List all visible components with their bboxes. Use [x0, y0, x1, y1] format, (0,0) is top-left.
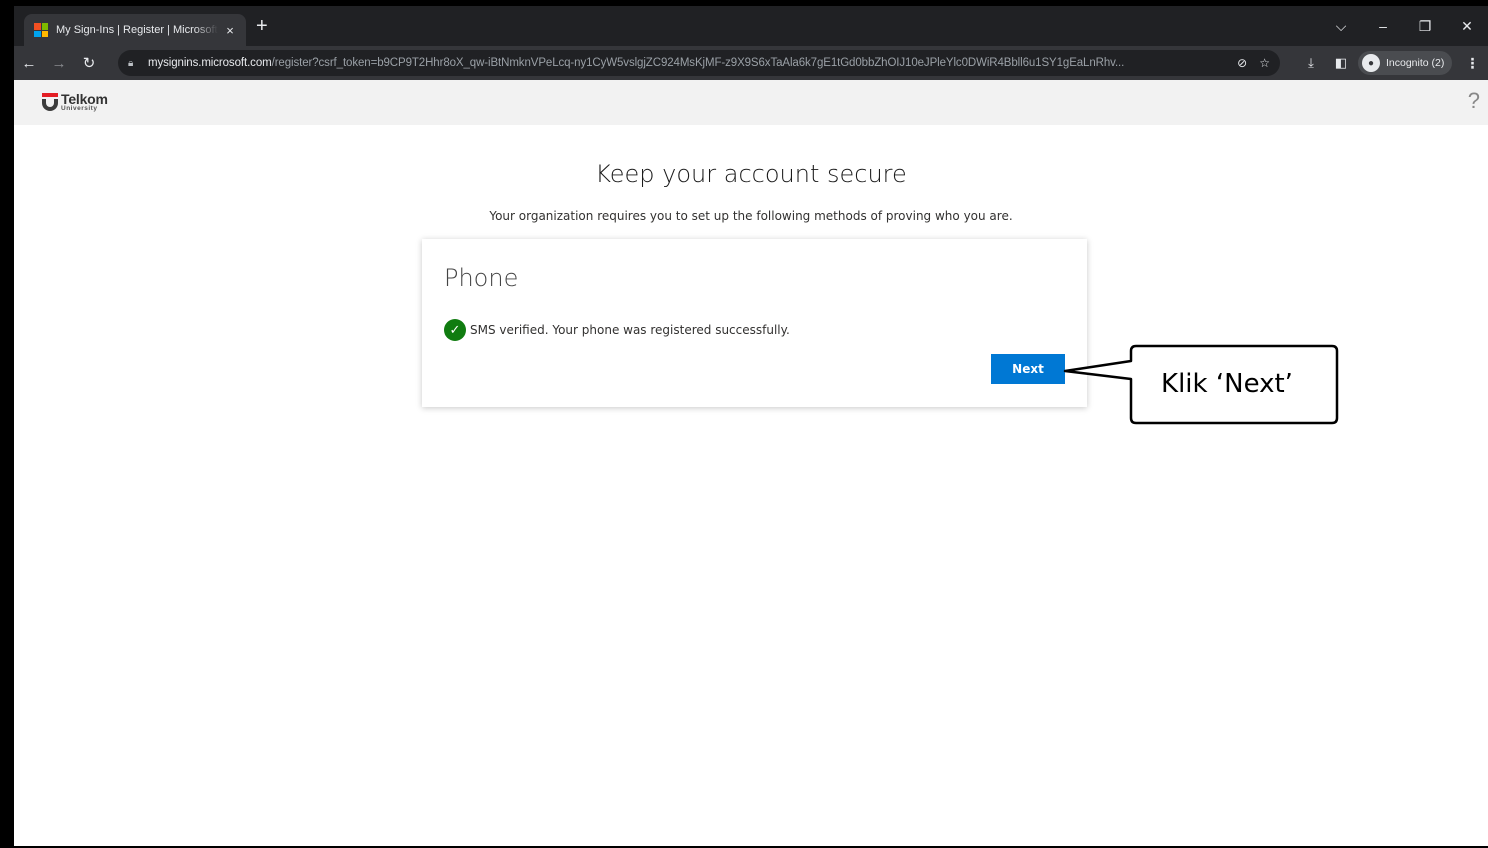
bookmark-star-icon[interactable]: ☆: [1259, 56, 1270, 70]
window-close-icon[interactable]: ✕: [1446, 18, 1488, 35]
tab-search-icon[interactable]: ⌵: [1320, 18, 1362, 35]
telkom-logo-icon: [42, 93, 58, 112]
tab-title: My Sign-Ins | Register | Microsoft: [56, 24, 218, 36]
browser-tab-strip: My Sign-Ins | Register | Microsoft × + ⌵…: [14, 6, 1488, 46]
method-card: Phone ✓ SMS verified. Your phone was reg…: [422, 239, 1087, 407]
telkom-university-logo: Telkom University: [42, 92, 108, 113]
incognito-label: Incognito (2): [1386, 57, 1445, 69]
browser-menu-icon[interactable]: ⋮: [1460, 55, 1484, 72]
download-icon[interactable]: ⤓: [1296, 55, 1326, 71]
browser-toolbar: ← → ↻ 🔒︎ mysignins.microsoft.com/registe…: [14, 46, 1488, 80]
browser-tab[interactable]: My Sign-Ins | Register | Microsoft ×: [24, 14, 246, 46]
eye-off-icon[interactable]: ⊘: [1237, 56, 1247, 70]
tab-close-icon[interactable]: ×: [222, 23, 238, 38]
url-text[interactable]: mysignins.microsoft.com/register?csrf_to…: [148, 57, 1225, 69]
address-bar[interactable]: 🔒︎ mysignins.microsoft.com/register?csrf…: [118, 50, 1280, 76]
logo-main-text: Telkom: [61, 91, 108, 107]
lock-icon[interactable]: 🔒︎: [128, 58, 140, 69]
logo-sub-text: University: [61, 105, 98, 112]
window-controls: ⌵ – ❐ ✕: [1320, 6, 1488, 46]
toolbar-right: ⤓ ◧ ● Incognito (2) ⋮: [1296, 46, 1484, 80]
help-icon[interactable]: ?: [1468, 88, 1480, 114]
microsoft-favicon-icon: [34, 23, 48, 37]
page-header: Telkom University ?: [14, 80, 1488, 125]
forward-icon[interactable]: →: [44, 55, 74, 72]
status-text: SMS verified. Your phone was registered …: [470, 323, 790, 337]
url-host: mysignins.microsoft.com: [148, 57, 272, 69]
side-panel-icon[interactable]: ◧: [1326, 55, 1356, 71]
reload-icon[interactable]: ↻: [74, 54, 104, 72]
back-icon[interactable]: ←: [14, 55, 44, 72]
callout-text: Klik ‘Next’: [1161, 369, 1293, 399]
checkmark-icon: ✓: [444, 319, 466, 341]
minimize-icon[interactable]: –: [1362, 18, 1404, 34]
restore-icon[interactable]: ❐: [1404, 18, 1446, 35]
incognito-icon: ●: [1362, 54, 1380, 72]
page-title: Keep your account secure: [595, 160, 907, 188]
status-message: ✓ SMS verified. Your phone was registere…: [444, 319, 790, 341]
screen-frame: My Sign-Ins | Register | Microsoft × + ⌵…: [14, 6, 1488, 846]
incognito-badge[interactable]: ● Incognito (2): [1358, 51, 1453, 75]
page-subtitle: Your organization requires you to set up…: [489, 209, 1013, 223]
url-path: /register?csrf_token=b9CP9T2Hhr8oX_qw-iB…: [271, 57, 1125, 69]
new-tab-button[interactable]: +: [256, 16, 268, 36]
card-title: Phone: [444, 264, 519, 292]
